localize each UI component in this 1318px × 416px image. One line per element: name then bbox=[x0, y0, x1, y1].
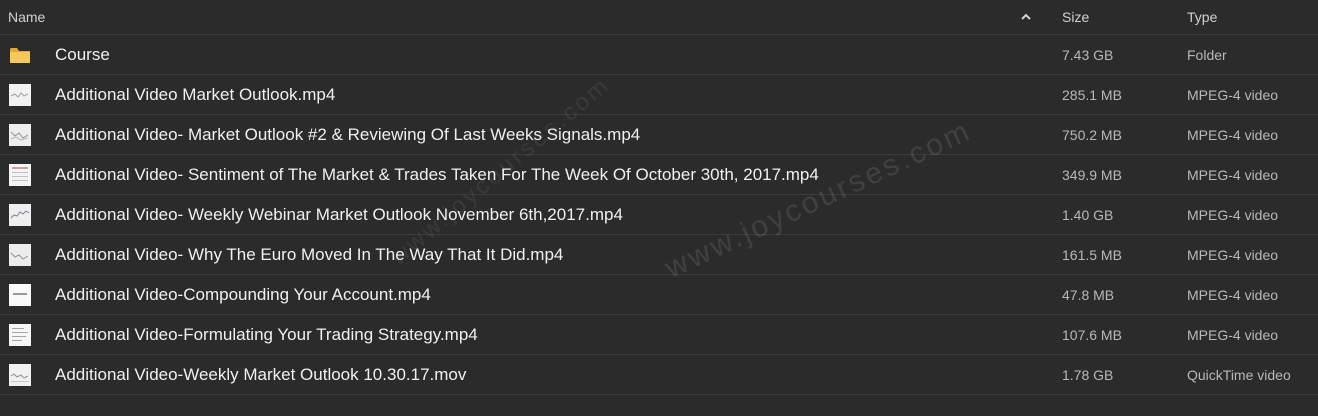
video-thumbnail-icon bbox=[9, 244, 31, 266]
file-name: Additional Video-Compounding Your Accoun… bbox=[55, 285, 431, 304]
file-listing: Name Size Type Course 7.43 GB Folder Add… bbox=[0, 0, 1318, 416]
column-header: Name Size Type bbox=[0, 0, 1318, 35]
file-type: MPEG-4 video bbox=[1187, 287, 1279, 303]
video-thumbnail-icon bbox=[9, 164, 31, 186]
file-size: 349.9 MB bbox=[1062, 167, 1122, 183]
file-size: 1.40 GB bbox=[1062, 207, 1114, 223]
file-size: 107.6 MB bbox=[1062, 327, 1122, 343]
chevron-up-icon[interactable] bbox=[1019, 10, 1033, 24]
file-name: Additional Video-Weekly Market Outlook 1… bbox=[55, 365, 467, 384]
video-thumbnail-icon bbox=[9, 84, 31, 106]
file-type: QuickTime video bbox=[1187, 367, 1291, 383]
folder-row[interactable]: Course 7.43 GB Folder bbox=[0, 35, 1318, 75]
file-name: Additional Video- Sentiment of The Marke… bbox=[55, 165, 819, 184]
file-type: MPEG-4 video bbox=[1187, 207, 1279, 223]
file-row[interactable]: Additional Video-Formulating Your Tradin… bbox=[0, 315, 1318, 355]
file-name: Additional Video-Formulating Your Tradin… bbox=[55, 325, 478, 344]
video-thumbnail-icon bbox=[9, 204, 31, 226]
file-type: MPEG-4 video bbox=[1187, 127, 1279, 143]
file-size: 161.5 MB bbox=[1062, 247, 1122, 263]
file-size: 285.1 MB bbox=[1062, 87, 1122, 103]
video-thumbnail-icon bbox=[9, 284, 31, 306]
file-name: Additional Video- Why The Euro Moved In … bbox=[55, 245, 564, 264]
file-size: 7.43 GB bbox=[1062, 47, 1114, 63]
file-row[interactable]: Additional Video-Compounding Your Accoun… bbox=[0, 275, 1318, 315]
file-type: Folder bbox=[1187, 47, 1227, 63]
file-type: MPEG-4 video bbox=[1187, 87, 1279, 103]
file-name: Additional Video- Market Outlook #2 & Re… bbox=[55, 125, 641, 144]
file-type: MPEG-4 video bbox=[1187, 327, 1279, 343]
file-rows: Course 7.43 GB Folder Additional Video M… bbox=[0, 35, 1318, 395]
name-column-header[interactable]: Name bbox=[8, 9, 45, 25]
file-size: 47.8 MB bbox=[1062, 287, 1115, 303]
type-column-header[interactable]: Type bbox=[1187, 9, 1217, 25]
file-size: 1.78 GB bbox=[1062, 367, 1114, 383]
file-row[interactable]: Additional Video- Weekly Webinar Market … bbox=[0, 195, 1318, 235]
folder-icon bbox=[10, 48, 30, 63]
file-size: 750.2 MB bbox=[1062, 127, 1122, 143]
size-column-header[interactable]: Size bbox=[1062, 9, 1089, 25]
file-name: Additional Video Market Outlook.mp4 bbox=[55, 85, 336, 104]
file-row[interactable]: Additional Video Market Outlook.mp4 285.… bbox=[0, 75, 1318, 115]
file-name: Course bbox=[55, 45, 110, 64]
file-row[interactable]: Additional Video- Why The Euro Moved In … bbox=[0, 235, 1318, 275]
file-row[interactable]: Additional Video-Weekly Market Outlook 1… bbox=[0, 355, 1318, 395]
file-row[interactable]: Additional Video- Sentiment of The Marke… bbox=[0, 155, 1318, 195]
video-thumbnail-icon bbox=[9, 324, 31, 346]
file-name: Additional Video- Weekly Webinar Market … bbox=[55, 205, 623, 224]
file-type: MPEG-4 video bbox=[1187, 247, 1279, 263]
video-thumbnail-icon bbox=[9, 364, 31, 386]
file-type: MPEG-4 video bbox=[1187, 167, 1279, 183]
video-thumbnail-icon bbox=[9, 124, 31, 146]
file-row[interactable]: Additional Video- Market Outlook #2 & Re… bbox=[0, 115, 1318, 155]
